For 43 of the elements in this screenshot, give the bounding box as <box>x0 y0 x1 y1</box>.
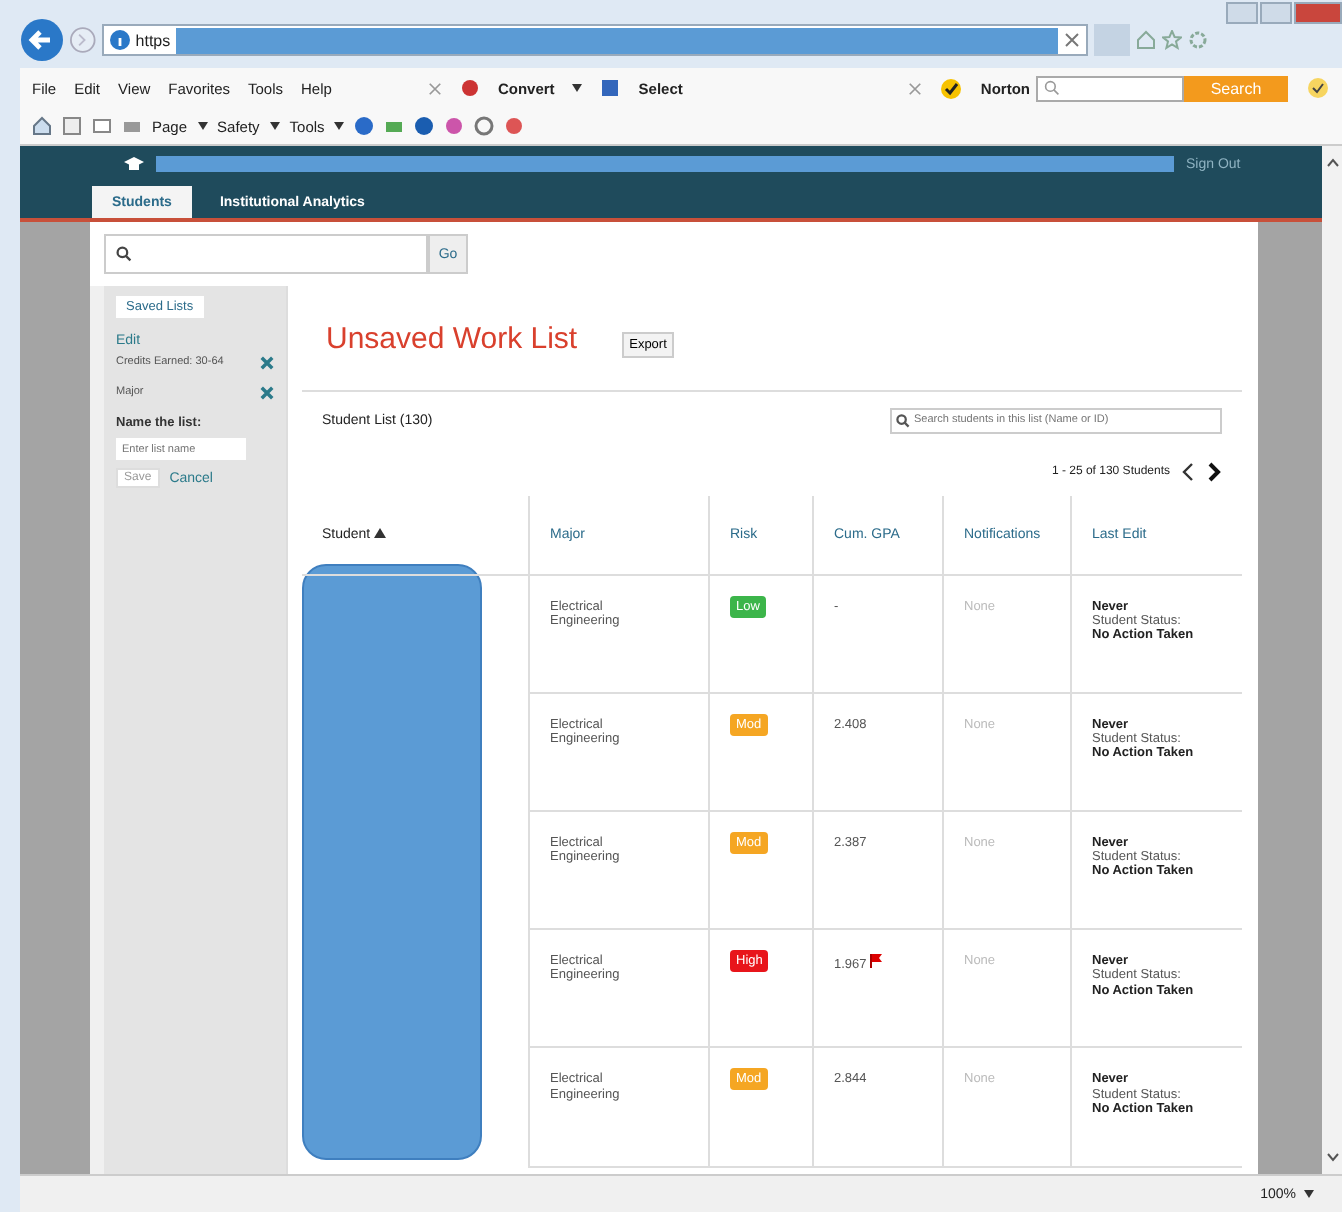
help-icon[interactable] <box>354 116 375 136</box>
close-icon[interactable] <box>908 81 923 95</box>
scroll-up-icon[interactable] <box>1325 158 1339 168</box>
convert-icon[interactable] <box>459 78 480 98</box>
search-field[interactable] <box>104 234 428 274</box>
select-icon[interactable] <box>600 78 621 98</box>
circle-icon[interactable] <box>474 116 495 136</box>
globe-icon[interactable] <box>414 116 435 136</box>
mail-icon[interactable] <box>92 116 112 136</box>
caret-icon[interactable] <box>197 122 208 130</box>
addon-icon[interactable] <box>444 116 465 136</box>
next-page-icon[interactable] <box>1206 462 1222 482</box>
feed-icon[interactable] <box>62 116 82 136</box>
check-icon[interactable] <box>1306 76 1330 100</box>
search-icon <box>896 413 910 427</box>
caret-icon[interactable] <box>1304 1190 1314 1198</box>
star-icon[interactable] <box>1162 30 1182 50</box>
close-icon[interactable] <box>1063 32 1080 48</box>
sort-caret-icon[interactable] <box>374 528 387 538</box>
address-text: https <box>135 31 171 49</box>
scrollbar[interactable] <box>1322 146 1342 1174</box>
caret-icon[interactable] <box>269 122 280 130</box>
search-field[interactable] <box>1036 75 1184 101</box>
back-button[interactable] <box>20 18 64 62</box>
caret-icon[interactable] <box>572 84 583 92</box>
check-icon <box>940 77 963 99</box>
addon-icon[interactable] <box>384 116 405 136</box>
address-bar[interactable]: https <box>101 24 1088 56</box>
search-icon <box>116 246 132 262</box>
caret-icon[interactable] <box>334 122 345 130</box>
addon-icon[interactable] <box>504 116 525 136</box>
previous-page-icon[interactable] <box>1180 462 1196 482</box>
scroll-down-icon[interactable] <box>1325 1152 1339 1162</box>
remove-icon[interactable] <box>260 356 274 370</box>
search-icon <box>1044 80 1060 96</box>
close-icon[interactable] <box>427 81 442 95</box>
graduation-cap-icon <box>124 156 144 172</box>
window-controls[interactable] <box>1226 2 1342 24</box>
remove-icon[interactable] <box>260 386 274 400</box>
info-icon <box>109 30 130 50</box>
page-title: Unsaved Work List <box>326 321 578 355</box>
printer-icon[interactable] <box>122 116 142 136</box>
home-icon[interactable] <box>32 116 52 136</box>
